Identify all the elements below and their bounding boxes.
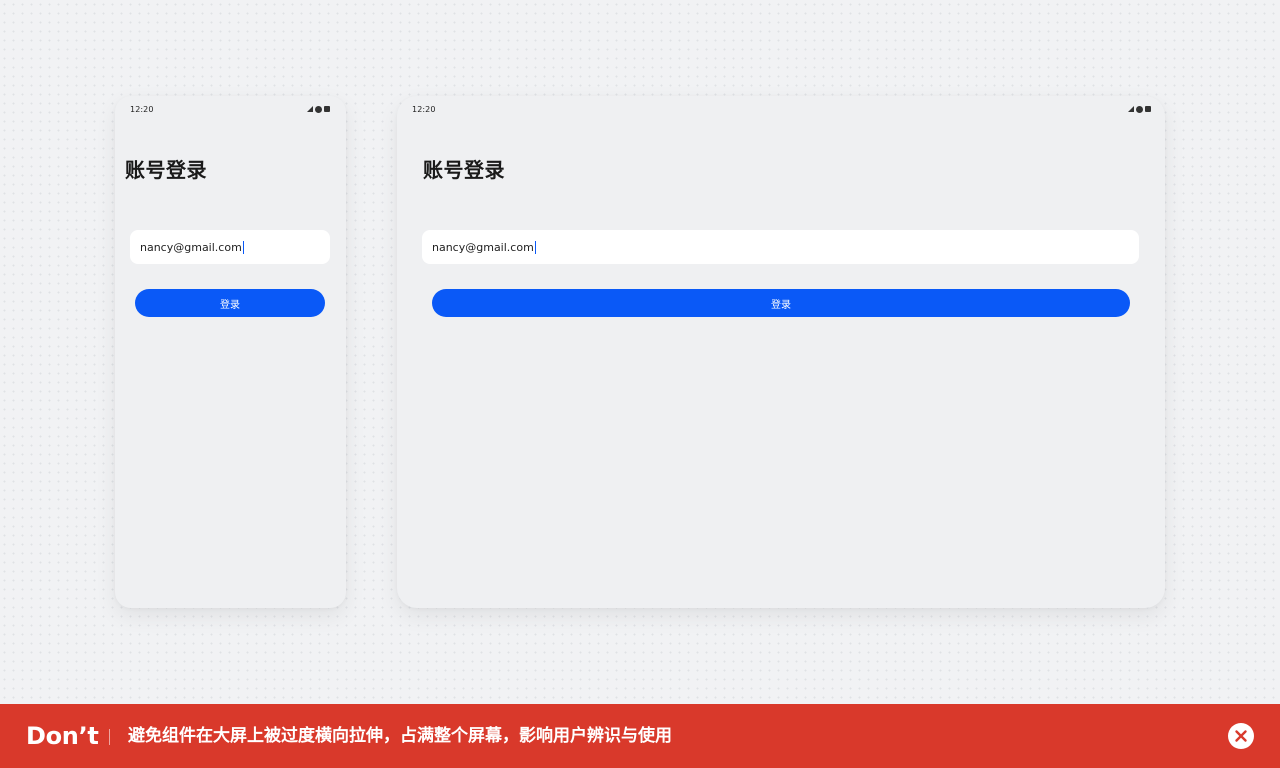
status-icons xyxy=(1128,105,1151,113)
close-icon xyxy=(1228,723,1254,749)
page-title: 账号登录 xyxy=(125,158,207,182)
status-time: 12:20 xyxy=(130,105,154,114)
email-field[interactable]: nancy@gmail.com xyxy=(130,230,330,264)
text-caret xyxy=(242,240,244,254)
tablet-device-frame: 12:20 账号登录 nancy@gmail.com 登录 xyxy=(397,96,1165,608)
login-button[interactable]: 登录 xyxy=(432,289,1130,317)
email-field-value: nancy@gmail.com xyxy=(432,240,534,254)
battery-icon xyxy=(324,106,330,112)
dont-banner: Don’t 避免组件在大屏上被过度横向拉伸，占满整个屏幕，影响用户辨识与使用 xyxy=(0,704,1280,768)
status-time: 12:20 xyxy=(412,105,436,114)
page-title: 账号登录 xyxy=(423,158,505,182)
wifi-dot-icon xyxy=(1136,105,1143,113)
dont-label: Don’t xyxy=(26,722,99,750)
signal-icon xyxy=(1128,106,1134,112)
battery-icon xyxy=(1145,106,1151,112)
signal-icon xyxy=(307,106,313,112)
banner-message: 避免组件在大屏上被过度横向拉伸，占满整个屏幕，影响用户辨识与使用 xyxy=(128,726,672,746)
email-field-value: nancy@gmail.com xyxy=(140,240,242,254)
status-icons xyxy=(307,105,330,113)
login-button[interactable]: 登录 xyxy=(135,289,325,317)
email-field[interactable]: nancy@gmail.com xyxy=(422,230,1139,264)
banner-divider xyxy=(109,729,110,745)
wifi-dot-icon xyxy=(315,105,322,113)
phone-device-frame: 12:20 账号登录 nancy@gmail.com 登录 xyxy=(115,96,346,608)
text-caret xyxy=(534,240,536,254)
